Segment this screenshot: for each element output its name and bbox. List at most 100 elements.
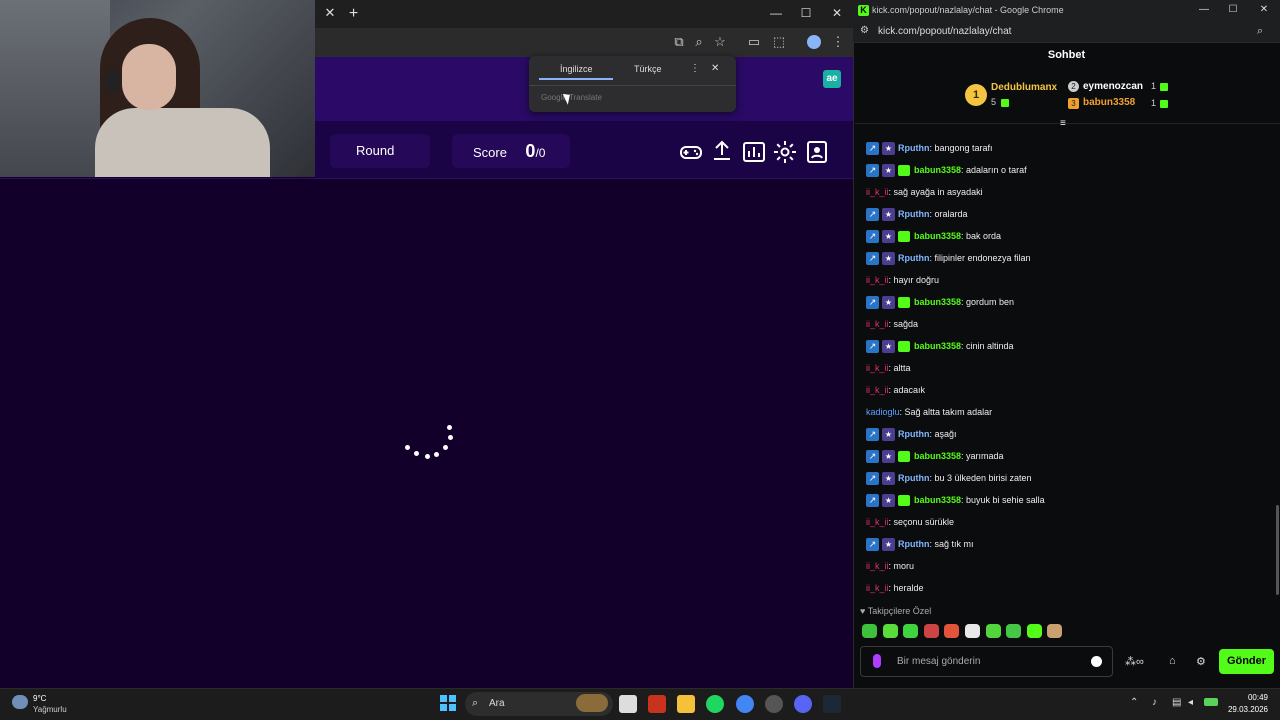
profile-avatar[interactable] (807, 35, 821, 49)
chat-scrollbar[interactable] (1276, 505, 1279, 595)
emote[interactable] (903, 624, 918, 638)
chat-username[interactable]: babun3358 (914, 297, 961, 307)
file-explorer-icon[interactable] (677, 695, 695, 713)
gift-icon (1160, 100, 1168, 108)
reader-icon[interactable]: ▭ (745, 33, 763, 51)
clock-time[interactable]: 00:49 (1236, 693, 1268, 702)
steam-icon[interactable] (823, 695, 841, 713)
emote[interactable] (1006, 624, 1021, 638)
gifter-name[interactable]: eymenozcan (1083, 81, 1143, 92)
chat-close-icon[interactable]: ✕ (1252, 0, 1276, 20)
discord-icon[interactable] (794, 695, 812, 713)
site-info-icon[interactable]: ⚙ (860, 25, 869, 36)
chat-username[interactable]: ii_k_ii (866, 275, 889, 285)
spotify-icon[interactable] (706, 695, 724, 713)
clock-date[interactable]: 29.03.2026 (1226, 705, 1268, 714)
chat-username[interactable]: Rputhn (898, 143, 930, 153)
chat-username[interactable]: babun3358 (914, 231, 961, 241)
weather-temperature[interactable]: 9°C (33, 694, 46, 703)
close-tab-icon[interactable]: ✕ (323, 6, 337, 20)
gift-badge-icon (898, 231, 910, 243)
chat-minimize-icon[interactable]: — (1192, 0, 1216, 20)
more-options-icon[interactable]: ⋮ (690, 63, 700, 74)
round-pill: Round (330, 134, 430, 168)
upload-icon[interactable] (710, 139, 734, 163)
chat-username[interactable]: ii_k_ii (866, 363, 889, 373)
chat-username[interactable]: ii_k_ii (866, 517, 889, 527)
stats-icon[interactable] (742, 140, 766, 164)
translate-icon[interactable]: ⧉ (670, 33, 688, 51)
settings-gear-icon[interactable] (773, 140, 797, 164)
network-icon[interactable]: ▤ (1172, 697, 1181, 708)
windows-start-icon[interactable] (440, 695, 456, 711)
top-gifter-name[interactable]: Dedublumanx (991, 82, 1057, 93)
chat-username[interactable]: babun3358 (914, 451, 961, 461)
emote[interactable] (1047, 624, 1062, 638)
chat-username[interactable]: Rputhn (898, 473, 930, 483)
browser-menu-icon[interactable]: ⋮ (829, 33, 847, 51)
chat-url[interactable]: kick.com/popout/nazlalay/chat (878, 26, 1011, 37)
weather-rain-icon[interactable] (12, 695, 28, 709)
tab-source-language[interactable]: İngilizce (560, 64, 593, 74)
close-popup-icon[interactable]: ✕ (711, 63, 719, 74)
moderator-badge-icon: ↗ (866, 450, 879, 464)
gamepad-icon[interactable] (679, 140, 703, 164)
gifter-name[interactable]: babun3358 (1083, 97, 1135, 108)
maximize-icon[interactable]: ☐ (794, 3, 818, 23)
chat-username[interactable]: ii_k_ii (866, 561, 889, 571)
chat-input-placeholder[interactable]: Bir mesaj gönderin (897, 656, 980, 667)
show-hidden-icons[interactable]: ⌃ (1130, 697, 1138, 708)
chrome-icon[interactable] (736, 695, 754, 713)
volume-icon[interactable]: ◂ (1188, 697, 1193, 708)
battery-icon[interactable] (1204, 698, 1218, 706)
chat-username[interactable]: ii_k_ii (866, 187, 889, 197)
emote[interactable] (1027, 624, 1042, 638)
emote[interactable] (883, 624, 898, 638)
bookmark-star-icon[interactable]: ☆ (711, 33, 729, 51)
microphone-tray-icon[interactable]: ♪ (1152, 697, 1157, 708)
zoom-icon[interactable]: ⌕ (690, 33, 708, 51)
chat-message-text: : moru (888, 561, 915, 571)
zoom-icon[interactable]: ⌕ (1257, 25, 1263, 38)
chat-username[interactable]: Rputhn (898, 253, 930, 263)
emote[interactable] (924, 624, 939, 638)
search-highlight-image (576, 694, 608, 712)
emote[interactable] (965, 624, 980, 638)
obs-icon[interactable] (765, 695, 783, 713)
chat-username[interactable]: Rputhn (898, 429, 930, 439)
channel-points-icon[interactable]: ⁂∞ (1125, 655, 1144, 668)
extensions-icon[interactable]: ⬚ (770, 33, 788, 51)
score-pill: Score 0/0 (452, 134, 570, 168)
chat-username[interactable]: kadioglu (866, 407, 900, 417)
powerpoint-icon[interactable] (648, 695, 666, 713)
shop-icon[interactable]: ⌂ (1169, 655, 1176, 667)
chat-username[interactable]: babun3358 (914, 165, 961, 175)
spinner-dot (447, 425, 452, 430)
brand-logo[interactable]: ae (823, 70, 841, 88)
tab-target-language[interactable]: Türkçe (634, 64, 662, 74)
close-window-icon[interactable]: ✕ (825, 3, 849, 23)
chat-username[interactable]: ii_k_ii (866, 385, 889, 395)
rank-2-medal-icon: 2 (1068, 81, 1079, 92)
chat-username[interactable]: babun3358 (914, 495, 961, 505)
task-view-icon[interactable] (619, 695, 637, 713)
chat-username[interactable]: babun3358 (914, 341, 961, 351)
chat-username[interactable]: ii_k_ii (866, 319, 889, 329)
weather-description[interactable]: Yağmurlu (33, 705, 67, 714)
emote[interactable] (862, 624, 877, 638)
chat-username[interactable]: ii_k_ii (866, 583, 889, 593)
profile-icon[interactable] (805, 140, 829, 164)
microphone-icon[interactable] (873, 654, 881, 668)
chat-maximize-icon[interactable]: ☐ (1221, 0, 1245, 20)
emote[interactable] (944, 624, 959, 638)
search-label[interactable]: Ara (489, 698, 505, 709)
send-button[interactable]: Gönder (1219, 649, 1274, 674)
new-tab-button[interactable]: + (345, 5, 362, 22)
chat-message: ↗ ★ Rputhn: filipinler endonezya filan (866, 250, 1031, 266)
chat-username[interactable]: Rputhn (898, 209, 930, 219)
chat-username[interactable]: Rputhn (898, 539, 930, 549)
minimize-icon[interactable]: — (764, 3, 788, 23)
emote[interactable] (986, 624, 1001, 638)
chat-settings-icon[interactable]: ⚙ (1196, 655, 1206, 668)
emoji-icon[interactable] (1091, 656, 1102, 667)
